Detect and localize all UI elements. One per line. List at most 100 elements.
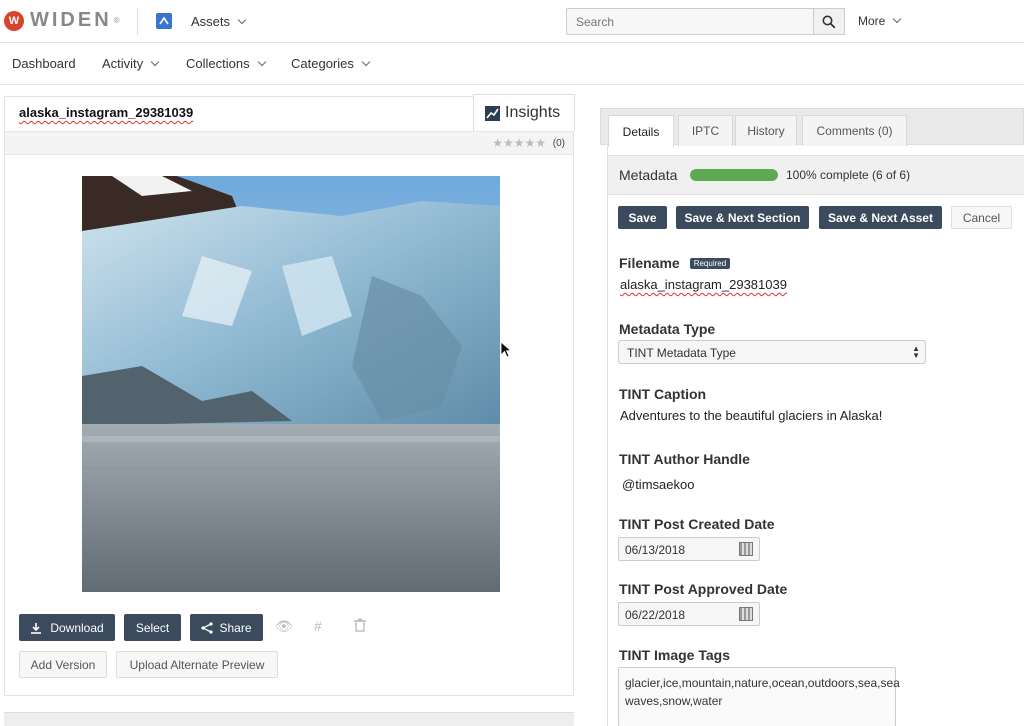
metadata-type-select[interactable]: TINT Metadata Type ▲ ▼	[618, 340, 926, 364]
calendar-icon[interactable]	[739, 542, 753, 556]
share-button[interactable]: Share	[190, 614, 263, 641]
chevron-down-icon	[237, 15, 247, 25]
upload-alternate-preview-label: Upload Alternate Preview	[129, 657, 265, 672]
main-nav: Dashboard Activity Collections Categorie…	[0, 43, 1024, 85]
search-button[interactable]	[814, 8, 845, 35]
metadata-type-label: Metadata Type	[619, 321, 716, 337]
caption-label: TINT Caption	[619, 386, 707, 402]
tab-details[interactable]: Details	[608, 115, 674, 147]
author-handle-label: TINT Author Handle	[619, 451, 750, 467]
chevron-down-icon	[893, 14, 902, 24]
chevron-down-icon	[257, 57, 266, 67]
tab-history[interactable]: History	[735, 115, 797, 146]
asset-details-panel: Details IPTC History Comments (0) Metada…	[600, 108, 1024, 726]
add-version-button[interactable]: Add Version	[19, 651, 107, 678]
download-icon	[31, 622, 42, 634]
download-button[interactable]: Download	[19, 614, 115, 641]
assets-menu[interactable]: Assets	[191, 14, 247, 29]
chevron-down-icon	[150, 57, 160, 67]
filename-label-text: Filename	[619, 255, 680, 271]
detail-tabs: Details IPTC History Comments (0)	[600, 108, 1024, 147]
glacier-photo	[82, 176, 500, 592]
nav-collections[interactable]: Collections	[186, 56, 266, 71]
save-next-asset-label: Save & Next Asset	[828, 210, 933, 225]
save-next-section-label: Save & Next Section	[684, 210, 801, 225]
save-next-asset-button[interactable]: Save & Next Asset	[819, 206, 942, 229]
select-label: Select	[135, 620, 170, 635]
calendar-icon[interactable]	[739, 607, 753, 621]
filename-field[interactable]: alaska_instagram_29381039	[620, 277, 787, 292]
filename-label: Filename Required	[619, 255, 731, 271]
tab-comments-label: Comments (0)	[816, 124, 893, 138]
post-approved-date-input[interactable]: 06/22/2018	[618, 602, 760, 626]
required-badge: Required	[689, 258, 731, 269]
more-menu-label: More	[858, 14, 886, 28]
rating-stars[interactable]: ★★★★★	[492, 136, 546, 150]
insights-label: Insights	[505, 104, 561, 121]
insights-tab[interactable]: Insights	[473, 94, 575, 131]
search-input[interactable]	[566, 8, 814, 35]
post-approved-date-value: 06/22/2018	[625, 608, 686, 622]
select-button[interactable]: Select	[124, 614, 181, 641]
tab-history-label: History	[747, 124, 785, 138]
metadata-label: Metadata	[619, 167, 678, 183]
widen-logo-icon: W	[4, 10, 24, 31]
assets-app-icon[interactable]	[156, 13, 172, 29]
post-created-date-value: 06/13/2018	[625, 543, 686, 557]
upload-alternate-preview-button[interactable]: Upload Alternate Preview	[116, 651, 278, 678]
hashtag-icon[interactable]: #	[314, 618, 322, 634]
widen-logo[interactable]: W WIDEN ®	[4, 9, 120, 32]
metadata-progress-bar: Metadata 100% complete (6 of 6)	[608, 155, 1024, 195]
nav-categories-label: Categories	[291, 56, 354, 71]
more-menu[interactable]: More	[858, 14, 902, 28]
progress-fill	[690, 169, 778, 181]
collapsed-section	[4, 712, 574, 726]
author-handle-field[interactable]: @timsaekoo	[622, 477, 694, 492]
insights-chart-icon	[485, 105, 500, 121]
tab-iptc-label: IPTC	[691, 124, 720, 138]
post-created-date-label: TINT Post Created Date	[619, 516, 775, 532]
nav-activity-label: Activity	[102, 56, 144, 71]
nav-collections-label: Collections	[186, 56, 250, 71]
cancel-button[interactable]: Cancel	[951, 206, 1012, 229]
search-icon	[822, 15, 836, 28]
progress-track	[690, 169, 778, 181]
share-label: Share	[219, 620, 252, 635]
details-form: Metadata 100% complete (6 of 6) Save Sav…	[607, 145, 1024, 726]
tab-comments[interactable]: Comments (0)	[802, 115, 907, 146]
nav-activity[interactable]: Activity	[102, 56, 160, 71]
progress-text: 100% complete (6 of 6)	[786, 168, 911, 182]
header-divider	[137, 8, 138, 35]
brand-registered-mark: ®	[113, 16, 120, 25]
save-next-section-button[interactable]: Save & Next Section	[676, 206, 809, 229]
share-icon	[201, 621, 214, 634]
rating-count: (0)	[552, 138, 565, 149]
nav-categories[interactable]: Categories	[291, 56, 371, 71]
post-approved-date-label: TINT Post Approved Date	[619, 581, 788, 597]
preview-eye-icon[interactable]: 👁	[275, 618, 293, 635]
assets-menu-label: Assets	[191, 14, 231, 29]
image-tags-label: TINT Image Tags	[619, 647, 730, 663]
rating-bar: ★★★★★ (0)	[5, 131, 573, 155]
add-version-label: Add Version	[30, 657, 96, 672]
download-label: Download	[50, 620, 104, 635]
image-tags-textarea[interactable]: glacier,ice,mountain,nature,ocean,outdoo…	[618, 667, 900, 726]
nav-dashboard-label: Dashboard	[12, 56, 76, 71]
trash-icon[interactable]	[354, 618, 366, 635]
caption-field[interactable]: Adventures to the beautiful glaciers in …	[620, 408, 882, 423]
mouse-cursor-icon	[500, 341, 512, 358]
cancel-label: Cancel	[962, 210, 1001, 225]
brand-name: WIDEN	[30, 9, 112, 31]
tab-iptc[interactable]: IPTC	[678, 115, 733, 146]
post-created-date-input[interactable]: 06/13/2018	[618, 537, 760, 561]
save-button[interactable]: Save	[618, 206, 667, 229]
asset-preview-panel: alaska_instagram_29381039 Insights ★★★★★…	[4, 94, 575, 696]
chevron-down-icon	[361, 57, 371, 67]
save-label: Save	[628, 210, 657, 225]
metadata-type-value: TINT Metadata Type	[627, 346, 736, 360]
top-bar: W WIDEN ® Assets More	[0, 0, 1024, 43]
asset-preview-image[interactable]	[82, 176, 500, 592]
select-arrows-icon: ▲ ▼	[912, 344, 920, 360]
tab-details-label: Details	[622, 124, 660, 139]
nav-dashboard[interactable]: Dashboard	[12, 56, 76, 71]
